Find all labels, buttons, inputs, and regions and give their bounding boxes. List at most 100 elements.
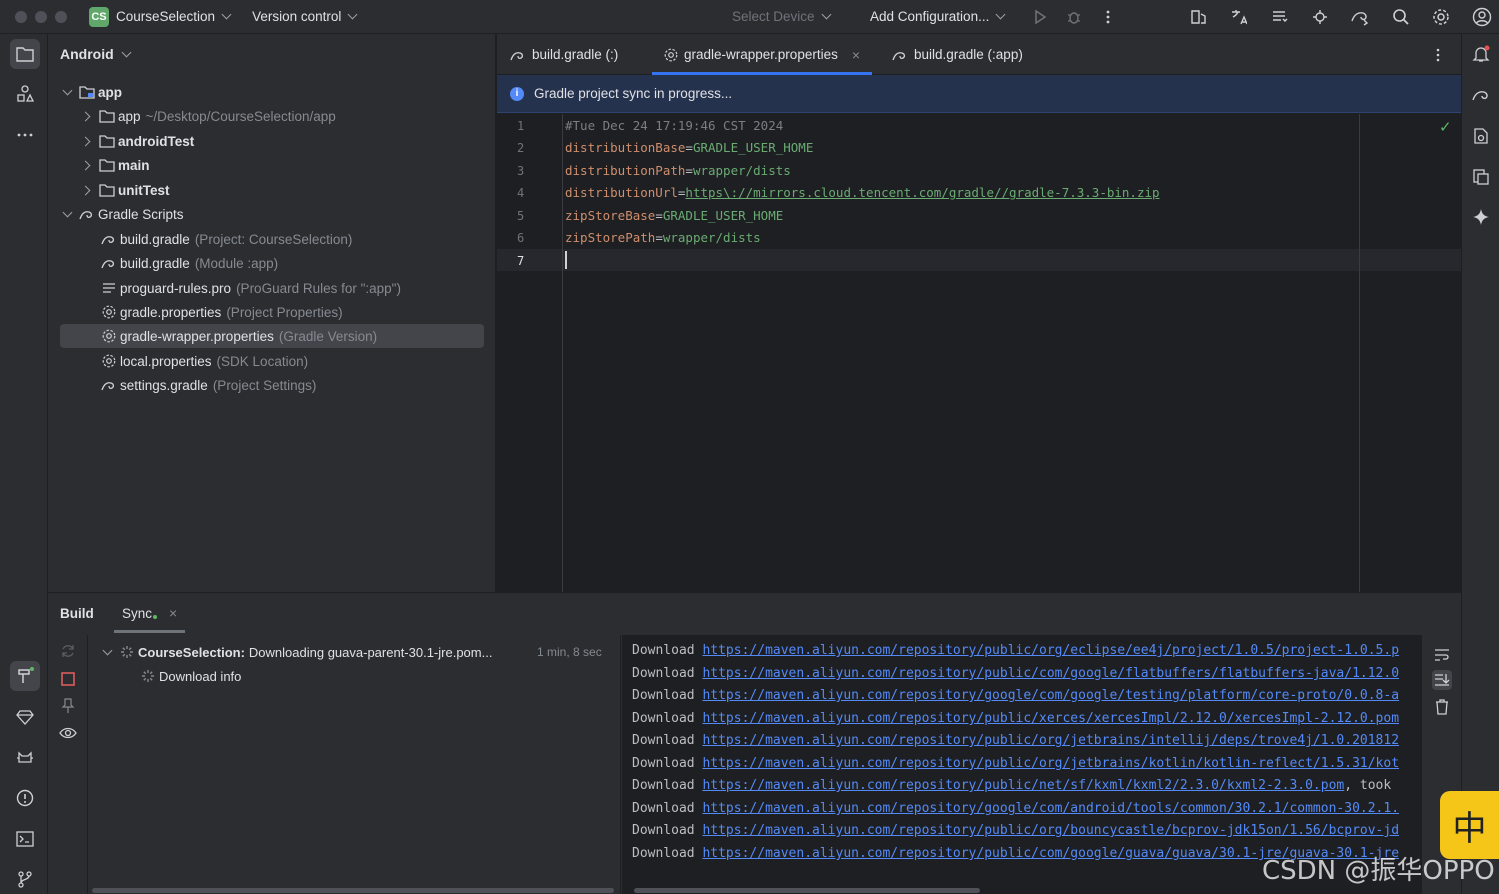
info-icon: i: [510, 86, 524, 101]
structure-icon[interactable]: [1266, 4, 1292, 30]
close-tab-icon[interactable]: ×: [169, 605, 177, 621]
scroll-to-end-icon[interactable]: [1432, 670, 1452, 690]
chevron-right-icon: [80, 160, 91, 170]
console-link[interactable]: https://maven.aliyun.com/repository/publ…: [702, 778, 1344, 793]
no-problems-check-icon[interactable]: ✓: [1439, 118, 1452, 136]
tree-node-main[interactable]: main: [80, 153, 150, 177]
build-toolbar: [48, 635, 88, 894]
settings-file-icon: [101, 304, 117, 320]
run-icon[interactable]: [1027, 4, 1053, 30]
translate-icon[interactable]: [1225, 4, 1251, 30]
build-hammer-icon[interactable]: [10, 661, 40, 691]
tree-node-androidtest[interactable]: androidTest: [80, 129, 194, 153]
search-icon[interactable]: [1388, 4, 1414, 30]
zoom-window-button[interactable]: [55, 10, 67, 23]
code-line-1[interactable]: #Tue Dec 24 17:19:46 CST 2024: [565, 118, 783, 133]
device-selector[interactable]: Select Device: [732, 9, 831, 24]
tab-build-gradle-app[interactable]: build.gradle (:app): [892, 34, 1023, 75]
gear-bug-icon[interactable]: [1307, 4, 1333, 30]
console-prefix: Download: [632, 643, 695, 658]
project-name: CourseSelection: [116, 9, 216, 24]
distribution-url-link[interactable]: https\://mirrors.cloud.tencent.com/gradl…: [685, 185, 1159, 200]
tree-node-gradle-scripts[interactable]: Gradle Scripts: [62, 202, 184, 226]
console-link[interactable]: https://maven.aliyun.com/repository/publ…: [702, 756, 1399, 771]
pin-icon[interactable]: [58, 696, 78, 716]
more-actions-icon[interactable]: [1095, 4, 1121, 30]
tree-label: gradle-wrapper.properties: [120, 328, 274, 344]
console-line: Download https://maven.aliyun.com/reposi…: [632, 778, 1391, 793]
project-badge[interactable]: CS: [89, 6, 109, 27]
more-tools-icon[interactable]: [10, 120, 40, 150]
trash-icon[interactable]: [1432, 697, 1452, 717]
tree-node-gradle-properties[interactable]: gradle.properties (Project Properties): [101, 300, 343, 324]
gemini-sparkle-icon[interactable]: [1466, 202, 1496, 232]
console-link[interactable]: https://maven.aliyun.com/repository/goog…: [702, 688, 1399, 703]
close-tab-icon[interactable]: ×: [852, 47, 860, 63]
sync-refresh-icon[interactable]: [58, 641, 78, 661]
project-folder-icon[interactable]: [10, 39, 40, 69]
tree-node-local-properties[interactable]: local.properties (SDK Location): [101, 349, 308, 373]
input-method-indicator[interactable]: 中: [1440, 791, 1499, 859]
tab-options-icon[interactable]: [1435, 47, 1441, 66]
tree-node-build-gradle-module[interactable]: build.gradle (Module :app): [101, 251, 278, 275]
tab-sync[interactable]: Sync ×: [113, 593, 186, 633]
tree-node-app-path[interactable]: app ~/Desktop/CourseSelection/app: [80, 104, 336, 128]
tab-gradle-wrapper-properties[interactable]: gradle-wrapper.properties ×: [652, 34, 873, 75]
gradle-icon[interactable]: [1466, 80, 1496, 110]
console-horizontal-scrollbar[interactable]: [634, 888, 980, 893]
gradle-icon: [79, 206, 95, 222]
console-link[interactable]: https://maven.aliyun.com/repository/publ…: [702, 711, 1399, 726]
running-devices-icon[interactable]: [1466, 162, 1496, 192]
debug-icon[interactable]: [1061, 4, 1087, 30]
code-line-4[interactable]: distributionUrl=https\://mirrors.cloud.t…: [565, 185, 1160, 200]
build-tool-window: Build Sync × CourseSelection: Downloadin…: [48, 592, 1461, 894]
settings-gear-icon[interactable]: [1428, 4, 1454, 30]
tab-build[interactable]: Build: [60, 593, 94, 633]
code-line-3[interactable]: distributionPath=wrapper/dists: [565, 163, 791, 178]
eye-icon[interactable]: [58, 723, 78, 743]
project-view-selector[interactable]: Android: [60, 46, 132, 62]
vcs-menu[interactable]: Version control: [252, 9, 358, 24]
account-icon[interactable]: [1469, 4, 1495, 30]
terminal-icon[interactable]: [10, 824, 40, 854]
tree-node-app[interactable]: app: [62, 80, 122, 104]
soft-wrap-icon[interactable]: [1432, 645, 1452, 665]
minimize-window-button[interactable]: [35, 10, 47, 23]
tree-node-build-gradle-project[interactable]: build.gradle (Project: CourseSelection): [101, 227, 352, 251]
horizontal-scrollbar[interactable]: [92, 888, 614, 893]
tree-node-gradle-wrapper-properties[interactable]: gradle-wrapper.properties (Gradle Versio…: [101, 324, 377, 348]
console-link[interactable]: https://maven.aliyun.com/repository/publ…: [702, 733, 1399, 748]
stop-icon[interactable]: [58, 669, 78, 689]
notifications-bell-icon[interactable]: [1466, 39, 1496, 69]
gem-icon[interactable]: [10, 702, 40, 732]
console-suffix: , took: [1344, 778, 1392, 793]
code-line-6[interactable]: zipStorePath=wrapper/dists: [565, 230, 761, 245]
console-prefix: Download: [632, 846, 695, 861]
code-line-5[interactable]: zipStoreBase=GRADLE_USER_HOME: [565, 208, 783, 223]
console-link[interactable]: https://maven.aliyun.com/repository/publ…: [702, 666, 1399, 681]
console-link[interactable]: https://maven.aliyun.com/repository/goog…: [702, 801, 1399, 816]
logcat-icon[interactable]: [10, 743, 40, 773]
build-tree: CourseSelection: Downloading guava-paren…: [88, 635, 621, 894]
close-window-button[interactable]: [15, 10, 27, 23]
project-switcher[interactable]: CourseSelection: [116, 9, 232, 24]
console-link[interactable]: https://maven.aliyun.com/repository/publ…: [702, 823, 1399, 838]
build-task-row[interactable]: CourseSelection: Downloading guava-paren…: [102, 640, 492, 664]
console-prefix: Download: [632, 756, 695, 771]
git-branch-icon[interactable]: [10, 864, 40, 894]
run-config-selector[interactable]: Add Configuration...: [870, 9, 1006, 24]
tree-hint: (SDK Location): [216, 353, 309, 369]
resource-manager-icon[interactable]: [10, 79, 40, 109]
code-line-2[interactable]: distributionBase=GRADLE_USER_HOME: [565, 140, 813, 155]
problems-icon[interactable]: [10, 783, 40, 813]
window-controls[interactable]: [15, 10, 67, 23]
tree-node-settings-gradle[interactable]: settings.gradle (Project Settings): [101, 373, 316, 397]
console-link[interactable]: https://maven.aliyun.com/repository/publ…: [702, 643, 1399, 658]
sdk-manager-icon[interactable]: [1185, 4, 1211, 30]
device-file-explorer-icon[interactable]: [1466, 121, 1496, 151]
tab-build-gradle-root[interactable]: build.gradle (:): [510, 34, 618, 75]
download-info-row[interactable]: Download info: [140, 664, 241, 688]
gradle-sync-icon[interactable]: [1347, 4, 1373, 30]
tree-node-unittest[interactable]: unitTest: [80, 178, 170, 202]
tree-node-proguard[interactable]: proguard-rules.pro (ProGuard Rules for "…: [101, 276, 401, 300]
